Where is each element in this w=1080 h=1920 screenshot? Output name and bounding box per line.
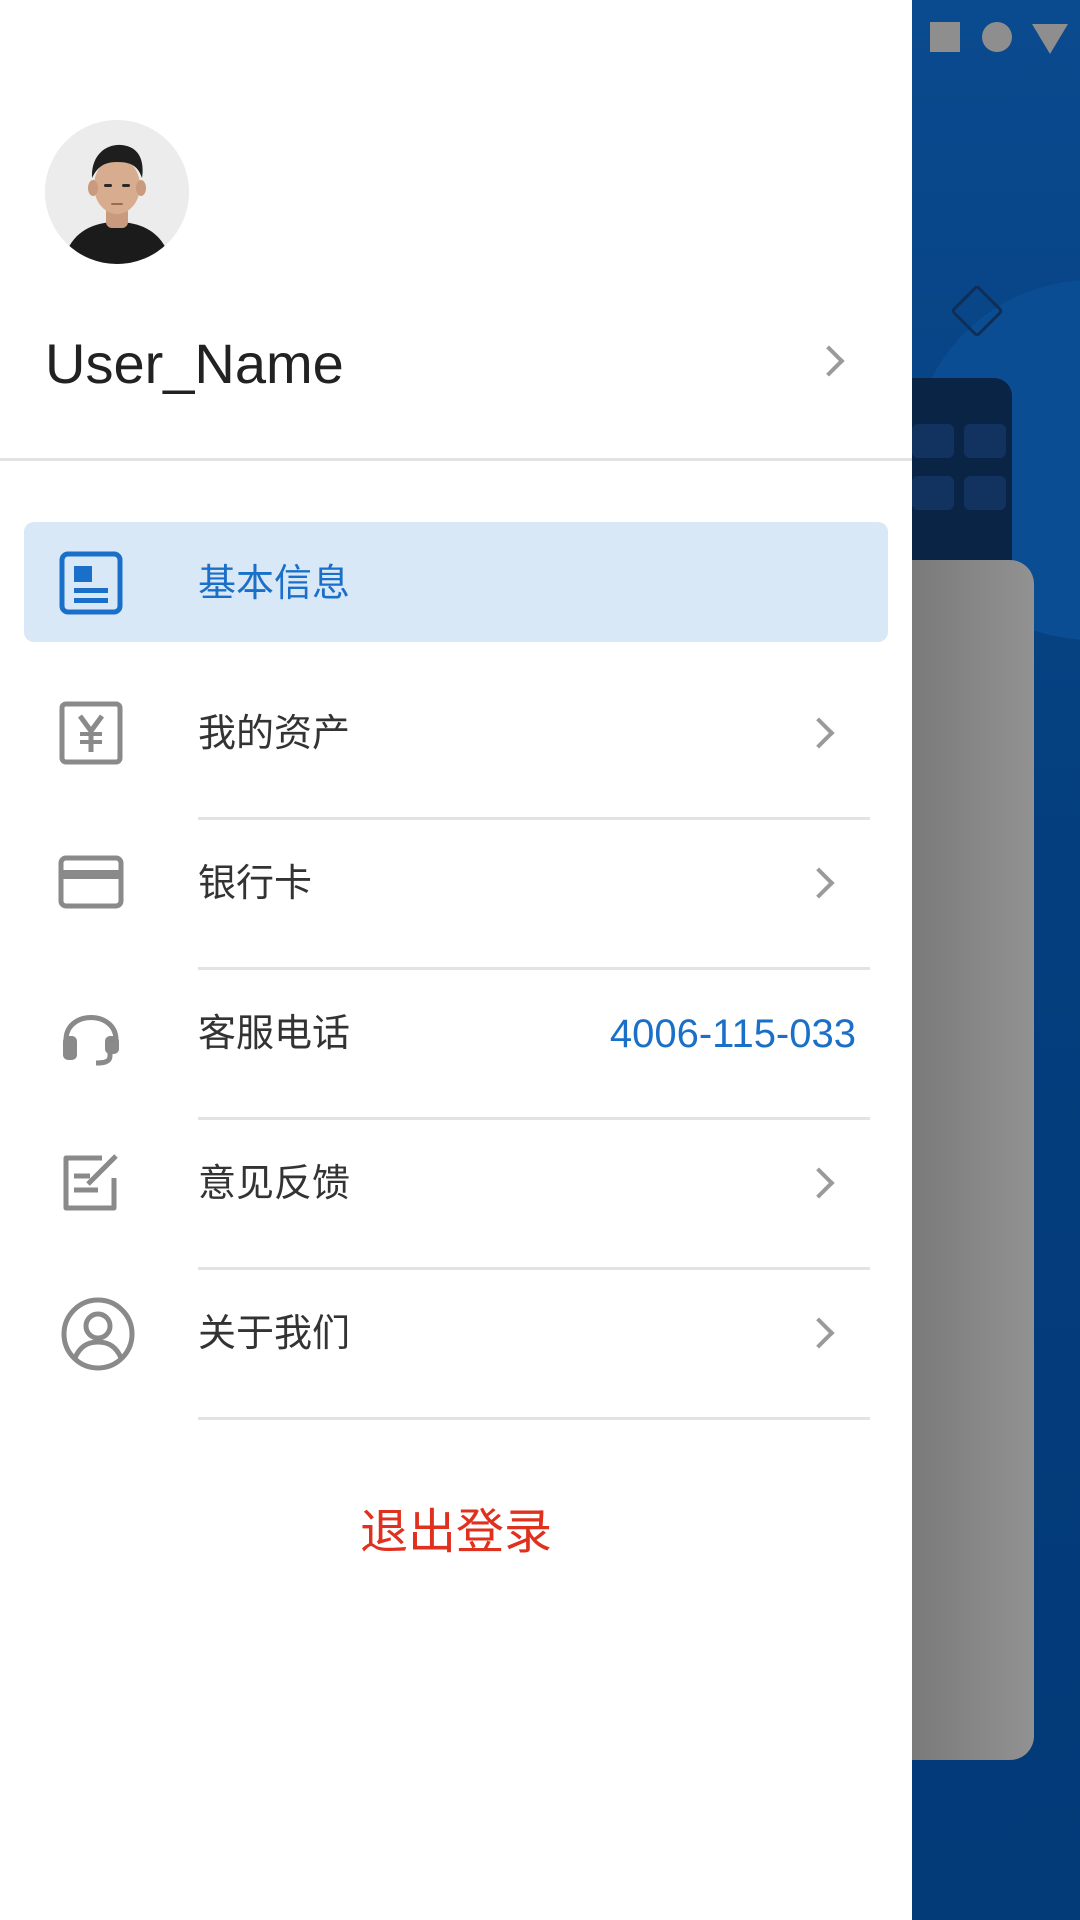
menu-item-my-assets[interactable]: 我的资产	[0, 670, 912, 820]
yen-box-icon	[59, 701, 123, 765]
chevron-right-icon	[813, 345, 845, 377]
square-icon	[930, 22, 960, 52]
menu-item-basic-info[interactable]: 基本信息	[0, 520, 912, 670]
phone-number-link[interactable]: 4006-115-033	[610, 1014, 856, 1054]
background-sheet	[912, 560, 1034, 1760]
grid-cell	[912, 424, 954, 458]
chevron-right-icon	[803, 1167, 835, 1199]
logout-button[interactable]: 退出登录	[0, 1508, 912, 1556]
menu-label: 基本信息	[198, 561, 351, 605]
menu-label: 客服电话	[198, 1011, 351, 1055]
status-bar	[920, 18, 1080, 58]
bank-card-icon	[58, 855, 124, 909]
chevron-right-icon	[803, 717, 835, 749]
grid-cell	[964, 424, 1006, 458]
menu-item-customer-service[interactable]: 客服电话 4006-115-033	[0, 970, 912, 1120]
avatar-photo	[45, 120, 189, 264]
grid-cell	[912, 476, 954, 510]
menu-item-about-us[interactable]: 关于我们	[0, 1270, 912, 1420]
divider	[198, 1417, 870, 1420]
chevron-right-icon	[803, 867, 835, 899]
feedback-icon	[63, 1154, 118, 1211]
menu-label: 银行卡	[198, 861, 313, 905]
dimmed-backdrop[interactable]	[912, 0, 1080, 1920]
background-card	[912, 378, 1012, 578]
user-circle-icon	[61, 1297, 135, 1371]
avatar[interactable]	[45, 120, 189, 264]
divider	[0, 458, 912, 461]
profile-row[interactable]: User_Name	[0, 320, 912, 420]
menu-label: 我的资产	[198, 711, 351, 755]
triangle-icon	[1032, 24, 1068, 54]
chevron-right-icon	[803, 1317, 835, 1349]
menu-label: 意见反馈	[198, 1161, 351, 1205]
headset-icon	[63, 1015, 119, 1066]
grid-cell	[964, 476, 1006, 510]
navigation-drawer: User_Name 基本信息 我的资产 银行卡 客服电话 4006-115-03…	[0, 0, 912, 1920]
menu-item-bank-card[interactable]: 银行卡	[0, 820, 912, 970]
circle-icon	[982, 22, 1012, 52]
app-screen: User_Name 基本信息 我的资产 银行卡 客服电话 4006-115-03…	[0, 0, 1080, 1920]
active-highlight	[24, 522, 888, 642]
menu-item-feedback[interactable]: 意见反馈	[0, 1120, 912, 1270]
drawer-menu: 基本信息 我的资产 银行卡 客服电话 4006-115-033 意见反馈 关于我…	[0, 520, 912, 1420]
user-name: User_Name	[45, 332, 344, 395]
id-card-icon	[59, 551, 123, 615]
menu-label: 关于我们	[198, 1311, 351, 1355]
